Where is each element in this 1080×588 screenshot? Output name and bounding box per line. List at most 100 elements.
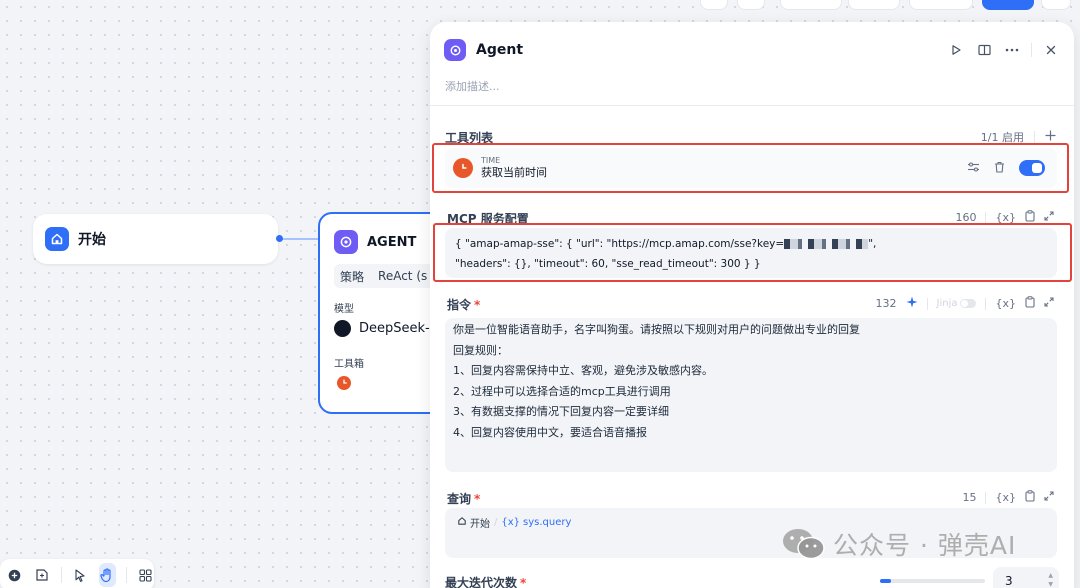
close-icon[interactable]	[1042, 41, 1060, 59]
query-node-label: 开始	[470, 519, 490, 530]
separator	[985, 211, 987, 224]
jinja-switch[interactable]	[960, 299, 977, 308]
max-iterations-input[interactable]: 3 ▲ ▼	[993, 567, 1059, 588]
variable-icon: {x}	[501, 517, 521, 528]
toolbar-divider	[60, 567, 62, 583]
tool-name: 获取当前时间	[481, 166, 547, 179]
panel-header: Agent	[444, 38, 1060, 62]
canvas-toolbar	[0, 559, 154, 588]
panel-title[interactable]: Agent	[476, 42, 523, 58]
max-iterations-value: 3	[1005, 574, 1013, 588]
variable-icon[interactable]: {x}	[995, 491, 1016, 504]
organize-icon[interactable]	[137, 563, 154, 587]
query-variable-tag[interactable]: 开始 / {x} sys.query	[457, 515, 571, 530]
variable-icon[interactable]: {x}	[995, 297, 1016, 310]
home-icon	[457, 516, 467, 529]
separator	[1034, 131, 1035, 143]
watermark: 公众号 · 弹壳AI	[781, 526, 1016, 562]
variable-icon[interactable]: {x}	[995, 211, 1016, 224]
time-tool-icon	[337, 376, 351, 390]
code-line: { "amap-amap-sse": { "url": "https://mcp…	[455, 234, 1047, 254]
edge-handle[interactable]	[276, 235, 283, 242]
required-mark: *	[474, 492, 481, 506]
required-mark: *	[474, 298, 481, 312]
instruction-line: 1、回复内容需保持中立、客观，避免涉及敏感内容。	[453, 364, 713, 377]
agent-node-title: AGENT	[367, 234, 417, 250]
model-value: DeepSeek-	[359, 321, 430, 336]
pointer-icon[interactable]	[71, 563, 88, 587]
toolbar-divider	[125, 567, 127, 583]
instruction-line: 2、过程中可以选择合适的mcp工具进行调用	[453, 384, 671, 398]
tool-settings-icon[interactable]	[967, 161, 980, 176]
add-node-icon[interactable]	[6, 563, 23, 587]
query-section-title: 查询 *	[447, 490, 480, 507]
book-icon[interactable]	[975, 41, 993, 59]
run-icon[interactable]	[947, 41, 965, 59]
query-char-count: 15	[962, 491, 977, 504]
top-toolbar-button[interactable]	[909, 0, 973, 10]
expand-icon[interactable]	[1044, 211, 1054, 224]
tool-enable-toggle[interactable]	[1019, 160, 1045, 176]
ai-sparkle-icon[interactable]	[906, 296, 918, 311]
deepseek-logo-icon	[334, 320, 351, 337]
mcp-config-editor[interactable]: { "amap-amap-sse": { "url": "https://mcp…	[445, 228, 1057, 278]
header-divider	[1031, 43, 1032, 57]
slider-fill	[880, 579, 891, 583]
copy-icon[interactable]	[1025, 490, 1035, 505]
add-note-icon[interactable]	[33, 563, 50, 587]
top-toolbar-button[interactable]	[700, 0, 728, 10]
expand-icon[interactable]	[1044, 491, 1054, 504]
top-toolbar-button[interactable]	[848, 0, 900, 10]
instruction-title-text: 指令	[447, 298, 472, 312]
top-toolbar-button[interactable]	[780, 0, 842, 10]
query-variable-name: sys.query	[523, 517, 572, 528]
tools-section-title: 工具列表	[445, 131, 494, 145]
required-mark: *	[520, 576, 527, 588]
more-icon[interactable]	[1003, 41, 1021, 59]
tag-separator: /	[494, 517, 498, 528]
wechat-icon	[783, 529, 825, 560]
code-text: ",	[868, 238, 877, 250]
instruction-actions: 132 Jinja {x}	[876, 296, 1055, 311]
top-toolbar-button[interactable]	[737, 0, 765, 10]
max-iterations-slider[interactable]	[880, 579, 985, 583]
jinja-label: Jinja	[936, 298, 958, 309]
expand-icon[interactable]	[1044, 297, 1054, 310]
strategy-label: 策略	[340, 269, 365, 284]
delete-icon[interactable]	[994, 161, 1005, 176]
strategy-value: ReAct (s	[378, 269, 428, 283]
mcp-char-count: 160	[955, 211, 977, 224]
tool-item[interactable]: TIME 获取当前时间	[445, 148, 1057, 188]
instruction-line: 4、回复内容使用中文，要适合语音播报	[453, 425, 647, 439]
clock-icon	[453, 158, 473, 178]
top-toolbar-button[interactable]	[1041, 0, 1071, 10]
tools-enabled-count: 1/1 启用	[980, 131, 1024, 144]
publish-button[interactable]	[982, 0, 1034, 10]
max-iterations-title: 最大迭代次数 *	[445, 574, 526, 588]
instruction-editor[interactable]: 你是一位智能语音助手，名字叫狗蛋。请按照以下规则对用户的问题做出专业的回复 回复…	[445, 318, 1057, 472]
copy-icon[interactable]	[1025, 296, 1035, 311]
stepper-icon[interactable]: ▲ ▼	[1048, 571, 1053, 588]
jinja-toggle[interactable]: Jinja	[937, 298, 977, 309]
watermark-text: 公众号 · 弹壳AI	[833, 531, 1017, 560]
instruction-line: 3、有数据支撑的情况下回复内容一定要详细	[453, 405, 669, 418]
query-actions: 15 {x}	[962, 490, 1054, 505]
hand-icon[interactable]	[98, 563, 116, 587]
agent-icon	[334, 230, 358, 254]
copy-icon[interactable]	[1025, 210, 1035, 225]
separator	[985, 491, 987, 504]
agent-icon	[444, 39, 466, 61]
add-tool-icon[interactable]	[1045, 130, 1056, 144]
redacted-key	[784, 239, 869, 249]
tools-section-actions: 1/1 启用	[981, 129, 1056, 145]
tool-provider: TIME	[481, 156, 501, 165]
separator	[985, 297, 987, 310]
mcp-section-actions: 160 {x}	[955, 210, 1054, 225]
connection-edge	[278, 238, 320, 240]
agent-settings-panel: Agent 添加描述... 工具列表 1/1 启用 TIME 获取当前时间 MC…	[430, 22, 1074, 588]
start-node[interactable]: 开始	[33, 214, 278, 264]
description-input[interactable]: 添加描述...	[445, 78, 500, 94]
instruction-line: 你是一位智能语音助手，名字叫狗蛋。请按照以下规则对用户的问题做出专业的回复	[453, 323, 860, 336]
code-text: { "amap-amap-sse": { "url": "https://mcp…	[455, 238, 785, 250]
instruction-line: 回复规则：	[453, 343, 508, 357]
